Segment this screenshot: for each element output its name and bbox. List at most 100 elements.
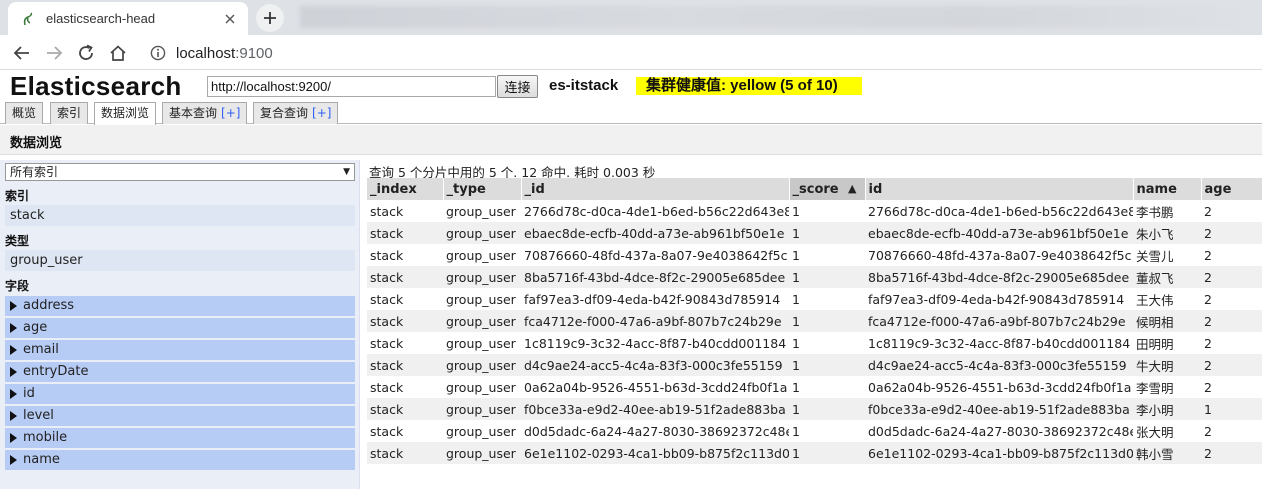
home-button[interactable] — [106, 41, 130, 65]
index-heading: 索引 — [5, 189, 30, 203]
column-header-label: age — [1204, 181, 1232, 197]
column-header-id[interactable]: _id — [521, 178, 790, 200]
table-row[interactable]: stack group_user fca4712e-f000-47a6-a9bf-8… — [367, 310, 1262, 332]
cell-name: 牛大明 — [1133, 354, 1201, 376]
reload-button[interactable] — [74, 41, 98, 65]
column-header-type[interactable]: _type — [443, 178, 522, 200]
close-tab-icon[interactable] — [222, 11, 238, 27]
cell-score: 1 — [789, 288, 865, 310]
type-filter-group-user[interactable]: group_user — [5, 250, 355, 271]
cell-score: 1 — [789, 376, 865, 398]
url-host: localhost — [176, 44, 236, 62]
cell-id: 6e1e1102-0293-4ca1-bb09-b875f2c113d0 — [521, 442, 789, 464]
section-bar: 数据浏览 — [0, 125, 1262, 155]
blurred-background-window — [300, 6, 1260, 28]
cell-index: stack — [367, 420, 443, 442]
new-tab-button[interactable] — [256, 4, 284, 32]
cell-type: group_user — [443, 266, 521, 288]
field-item-level[interactable]: level — [5, 406, 355, 426]
fields-heading: 字段 — [5, 279, 30, 293]
index-select[interactable]: 所有索引 ▼ — [5, 163, 355, 181]
column-header-label: name — [1136, 181, 1177, 197]
section-title: 数据浏览 — [10, 136, 63, 151]
connect-button[interactable]: 连接 — [497, 75, 538, 98]
add-basic-query-link[interactable]: [+] — [221, 106, 240, 120]
table-row[interactable]: stack group_user ebaec8de-ecfb-40dd-a73e-a… — [367, 222, 1262, 244]
column-header-age[interactable]: age — [1201, 178, 1262, 200]
cell-name: 李雪明 — [1133, 376, 1201, 398]
field-item-age[interactable]: age — [5, 318, 355, 338]
cell-name: 关雪儿 — [1133, 244, 1201, 266]
cell-id: f0bce33a-e9d2-40ee-ab19-51f2ade883ba — [865, 398, 1133, 420]
sort-ascending-icon: ▲ — [848, 181, 857, 195]
field-item-entryDate[interactable]: entryDate — [5, 362, 355, 382]
column-header-score[interactable]: _score ▲ — [789, 178, 866, 200]
field-item-name[interactable]: name — [5, 450, 355, 470]
column-header-label: _index — [370, 181, 417, 197]
cell-name: 田明明 — [1133, 332, 1201, 354]
forward-button[interactable] — [42, 41, 66, 65]
table-row[interactable]: stack group_user f0bce33a-e9d2-40ee-ab19-5… — [367, 398, 1262, 420]
cell-index: stack — [367, 244, 443, 266]
cell-id: 8ba5716f-43bd-4dce-8f2c-29005e685dee — [865, 266, 1133, 288]
cell-age: 2 — [1201, 310, 1262, 332]
cell-type: group_user — [443, 288, 521, 310]
tab-label: 基本查询 — [169, 106, 218, 120]
results-panel: 查询 5 个分片中用的 5 个. 12 命中. 耗时 0.003 秒 _inde… — [367, 160, 1262, 489]
table-row[interactable]: stack group_user 2766d78c-d0ca-4de1-b6ed-b… — [367, 200, 1262, 222]
table-row[interactable]: stack group_user d0d5dadc-6a24-4a27-8030-3… — [367, 420, 1262, 442]
cell-score: 1 — [789, 420, 865, 442]
table-row[interactable]: stack group_user 0a62a04b-9526-4551-b63d-3… — [367, 376, 1262, 398]
cell-name: 张大明 — [1133, 420, 1201, 442]
cell-score: 1 — [789, 200, 865, 222]
cell-age: 2 — [1201, 332, 1262, 354]
connection-url-input[interactable] — [207, 76, 496, 97]
table-row[interactable]: stack group_user 1c8119c9-3c32-4acc-8f87-b… — [367, 332, 1262, 354]
cell-index: stack — [367, 266, 443, 288]
url-text: localhost:9100 — [176, 45, 273, 62]
column-header-id[interactable]: id — [865, 178, 1134, 200]
column-header-index[interactable]: _index — [367, 178, 444, 200]
address-bar[interactable]: localhost:9100 — [140, 39, 1262, 67]
cell-score: 1 — [789, 442, 865, 464]
cell-score: 1 — [789, 266, 865, 288]
field-item-mobile[interactable]: mobile — [5, 428, 355, 448]
table-row[interactable]: stack group_user 8ba5716f-43bd-4dce-8f2c-2… — [367, 266, 1262, 288]
cell-age: 2 — [1201, 420, 1262, 442]
cell-index: stack — [367, 222, 443, 244]
cell-id: fca4712e-f000-47a6-a9bf-807b7c24b29e — [865, 310, 1133, 332]
cell-id: 1c8119c9-3c32-4acc-8f87-b40cdd001184 — [865, 332, 1133, 354]
cell-name: 候明相 — [1133, 310, 1201, 332]
table-row[interactable]: stack group_user faf97ea3-df09-4eda-b42f-9… — [367, 288, 1262, 310]
tab-basic-query[interactable]: 基本查询 [+] — [162, 102, 248, 124]
tab-overview[interactable]: 概览 — [5, 102, 44, 124]
cell-age: 2 — [1201, 222, 1262, 244]
cell-name: 董叔飞 — [1133, 266, 1201, 288]
field-label: entryDate — [23, 364, 89, 379]
tab-compound-query[interactable]: 复合查询 [+] — [253, 102, 339, 124]
field-label: name — [23, 452, 60, 467]
cell-score: 1 — [789, 222, 865, 244]
cell-id: 0a62a04b-9526-4551-b63d-3cdd24fb0f1a — [521, 376, 789, 398]
table-row[interactable]: stack group_user d4c9ae24-acc5-4c4a-83f3-0… — [367, 354, 1262, 376]
app-brand: Elasticsearch — [10, 71, 182, 101]
table-row[interactable]: stack group_user 70876660-48fd-437a-8a07-9… — [367, 244, 1262, 266]
field-item-email[interactable]: email — [5, 340, 355, 360]
table-row[interactable]: stack group_user 6e1e1102-0293-4ca1-bb09-b… — [367, 442, 1262, 464]
field-item-id[interactable]: id — [5, 384, 355, 404]
cell-score: 1 — [789, 310, 865, 332]
back-button[interactable] — [10, 41, 34, 65]
index-filter-stack[interactable]: stack — [5, 205, 355, 226]
tab-label: 复合查询 — [260, 106, 309, 120]
info-icon[interactable] — [148, 43, 168, 63]
field-item-address[interactable]: address — [5, 296, 355, 316]
add-compound-query-link[interactable]: [+] — [312, 106, 331, 120]
cell-index: stack — [367, 200, 443, 222]
tab-browser[interactable]: 数据浏览 — [94, 102, 157, 125]
cell-name: 朱小飞 — [1133, 222, 1201, 244]
column-header-name[interactable]: name — [1133, 178, 1202, 200]
tab-indices[interactable]: 索引 — [50, 102, 89, 124]
expand-triangle-icon — [10, 301, 17, 311]
browser-tab[interactable]: elasticsearch-head — [8, 2, 248, 35]
cell-age: 2 — [1201, 266, 1262, 288]
